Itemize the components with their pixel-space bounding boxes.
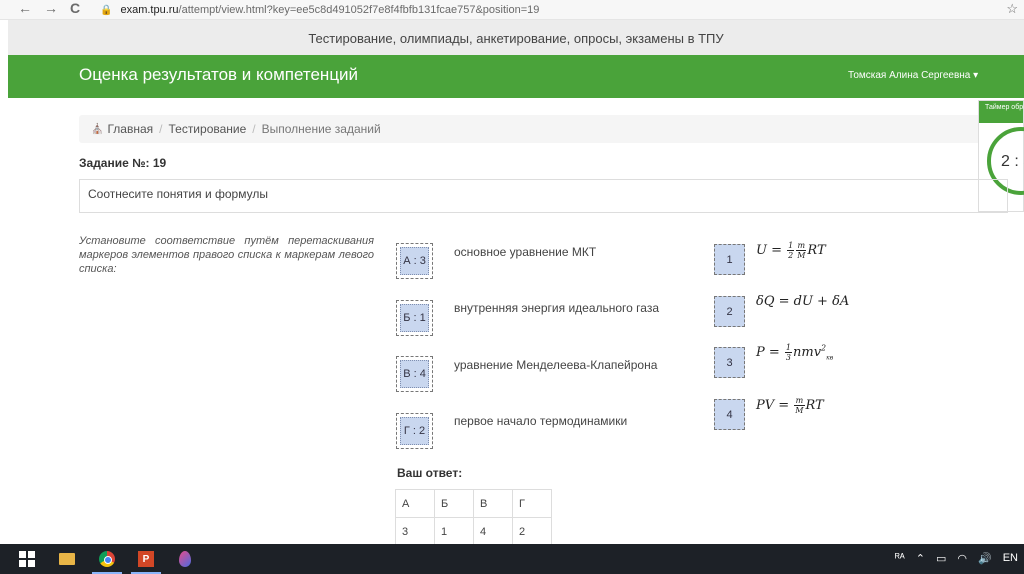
left-marker-b[interactable]: Б : 1 [396,300,433,336]
answer-value-cell: 3 [395,517,435,546]
answer-value-cell: 1 [434,517,474,546]
marker-label: Б : 1 [400,304,429,332]
formula-clapeyron: PV = m M RT [756,396,824,415]
breadcrumb: ⛪ Главная / Тестирование / Выполнение за… [79,115,1008,143]
url-domain: exam.tpu.ru [120,4,179,16]
reload-icon[interactable]: C [64,0,86,16]
table-row: 3 1 4 2 [395,517,552,546]
answer-table: А Б В Г 3 1 4 2 [395,489,552,546]
wifi-icon[interactable]: ◠ [957,552,967,565]
site-header: Оценка результатов и компетенций Томская… [8,55,1024,98]
paint-drop-icon[interactable] [176,550,194,568]
breadcrumb-current: Выполнение заданий [261,122,381,136]
site-tagline: Тестирование, олимпиады, анкетирование, … [308,30,724,46]
lock-icon: 🔒 [100,4,113,16]
answer-header-cell: Г [512,489,552,518]
forward-arrow-icon[interactable]: → [40,0,62,16]
answer-value-cell: 4 [473,517,513,546]
marker-label: В : 4 [400,360,429,388]
os-taskbar: P ᴿᴬ ⌃ ▭ ◠ 🔊 EN [0,544,1024,574]
volume-icon[interactable]: 🔊 [978,552,992,565]
breadcrumb-home[interactable]: Главная [107,122,153,136]
fraction: mM [796,241,807,260]
language-indicator[interactable]: EN [1003,552,1018,565]
answer-value-cell: 2 [512,517,552,546]
task-instruction: Установите соответствие путём перетаскив… [79,235,374,275]
bookmark-star-icon[interactable]: ☆ [1006,1,1018,17]
formula-first-law: δQ = dU + δA [756,294,850,309]
concept-item: основное уравнение МКТ [454,245,597,259]
fraction: 12 [787,241,795,260]
url-path: /attempt/view.html?key=ee5c8d491052f7e8f… [178,4,540,16]
right-marker-2[interactable]: 2 [714,296,745,327]
formula-internal-energy: U = 1 2 m M RT [756,241,826,260]
answer-label: Ваш ответ: [397,466,463,480]
breadcrumb-separator: / [159,122,163,136]
left-marker-g[interactable]: Г : 2 [396,413,433,449]
marker-label: Г : 2 [400,417,429,445]
formula-mkt: P = 1 3 nmv2кв [756,343,834,362]
system-tray: ᴿᴬ ⌃ ▭ ◠ 🔊 EN [895,552,1018,565]
windows-start-icon[interactable] [18,550,36,568]
timer-value: 2 : 5 [1001,153,1024,170]
site-title[interactable]: Оценка результатов и компетенций [79,65,358,85]
file-explorer-icon[interactable] [58,550,76,568]
breadcrumb-separator: / [252,122,256,136]
breadcrumb-testing[interactable]: Тестирование [168,122,246,136]
task-question: Соотнесите понятия и формулы [79,179,1008,213]
concept-item: внутренняя энергия идеального газа [454,301,659,315]
concept-item: первое начало термодинамики [454,414,628,428]
site-tagline-bar: Тестирование, олимпиады, анкетирование, … [8,20,1024,56]
chrome-icon[interactable] [98,550,116,568]
answer-header-cell: В [473,489,513,518]
timer-title: Таймер обратного отсчета [979,101,1023,123]
right-marker-3[interactable]: 3 [714,347,745,378]
user-menu-dropdown[interactable]: Томская Алина Сергеевна ▾ [848,70,978,81]
answer-header-cell: А [395,489,435,518]
task-number: 19 [152,156,167,170]
powerpoint-icon[interactable]: P [137,550,155,568]
fraction: 13 [784,343,792,362]
concept-item: уравнение Менделеева-Клапейрона [454,358,658,372]
address-bar[interactable]: 🔒 exam.tpu.ru/attempt/view.html?key=ee5c… [100,1,539,19]
table-row: А Б В Г [395,489,552,518]
battery-icon[interactable]: ▭ [936,552,946,565]
chevron-up-icon[interactable]: ⌃ [916,552,925,565]
right-marker-1[interactable]: 1 [714,244,745,275]
home-icon: ⛪ [91,123,104,135]
left-marker-a[interactable]: А : 3 [396,243,433,279]
task-number-label: Задание №: 19 [79,156,166,170]
people-icon[interactable]: ᴿᴬ [895,552,905,565]
browser-toolbar: ← → C 🔒 exam.tpu.ru/attempt/view.html?ke… [0,0,1024,20]
answer-header-cell: Б [434,489,474,518]
left-marker-v[interactable]: В : 4 [396,356,433,392]
fraction: mM [794,396,805,415]
task-label-text: Задание №: [79,156,150,170]
back-arrow-icon[interactable]: ← [14,0,36,16]
marker-label: А : 3 [400,247,429,275]
right-marker-4[interactable]: 4 [714,399,745,430]
